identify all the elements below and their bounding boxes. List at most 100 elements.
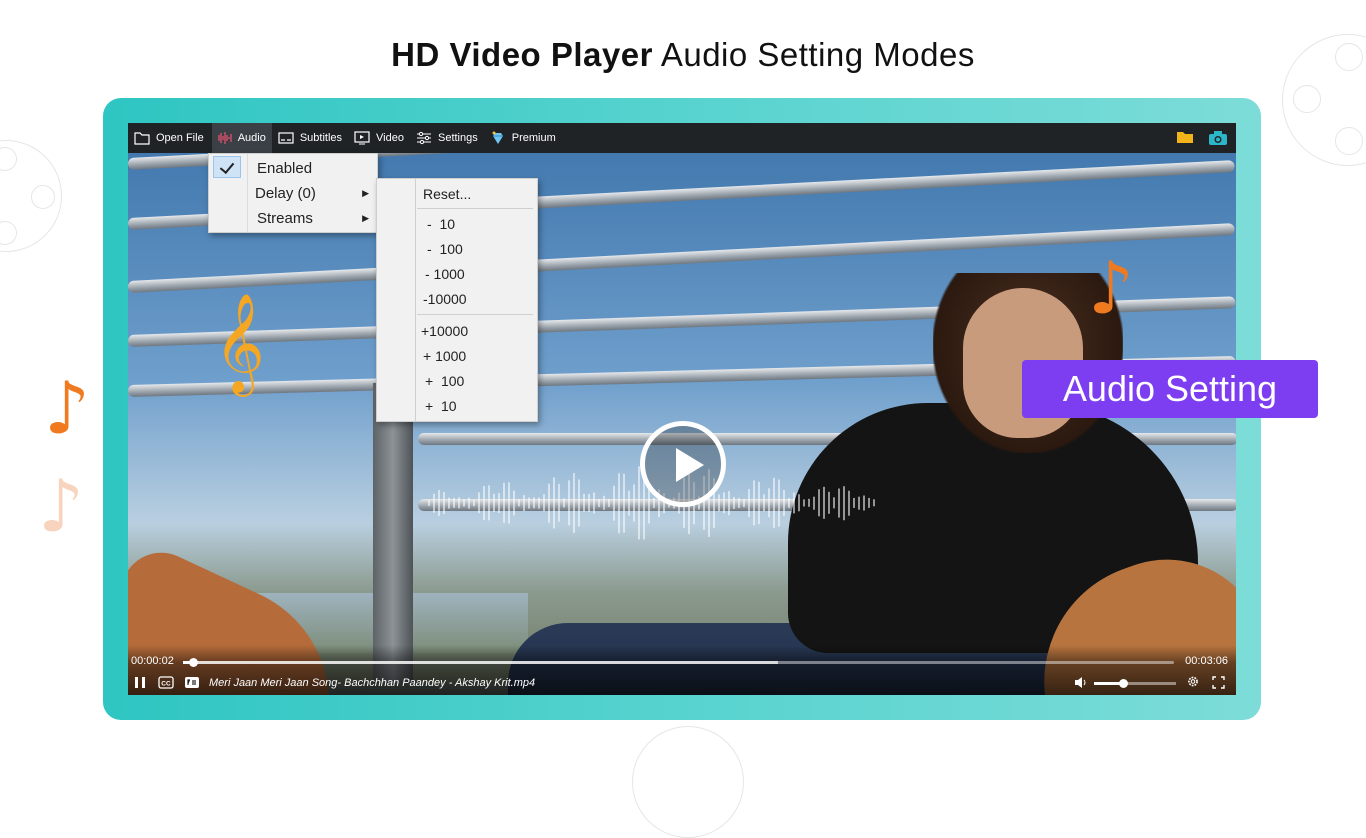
waveform-bar — [773, 478, 775, 528]
menu-premium[interactable]: Premium — [486, 123, 562, 153]
video-icon — [354, 131, 370, 145]
menu-separator — [417, 208, 533, 209]
camera-icon[interactable] — [1208, 130, 1228, 146]
waveform-bar — [858, 496, 860, 510]
delay-minus-100[interactable]: - 100 — [415, 236, 537, 261]
waveform-bar — [453, 498, 455, 508]
waveform-bar — [763, 494, 765, 512]
delay-option-label: -10000 — [423, 290, 467, 307]
delay-submenu: Reset... - 10 - 100 - 1000 -10000 +10000… — [376, 178, 538, 422]
waveform-bar — [488, 485, 490, 521]
menu-open-file[interactable]: Open File — [130, 123, 210, 153]
delay-plus-1000[interactable]: + 1000 — [415, 343, 537, 368]
seek-bar[interactable] — [183, 658, 1174, 667]
waveform-bar — [438, 490, 440, 517]
waveform-bar — [808, 499, 810, 507]
delay-plus-10000[interactable]: +10000 — [415, 318, 537, 343]
waveform-bar — [618, 472, 620, 534]
waveform-bar — [588, 494, 590, 512]
waveform-bar — [463, 499, 465, 507]
waveform-bar — [558, 484, 560, 522]
delay-option-label: - 100 — [427, 240, 463, 257]
folder-outline-icon — [134, 132, 150, 145]
waveform-bar — [583, 494, 585, 512]
waveform-bar — [788, 498, 790, 508]
waveform-bar — [768, 488, 770, 518]
waveform-bar — [548, 483, 550, 523]
current-time: 00:00:02 — [131, 655, 174, 667]
menu-subtitles[interactable]: Subtitles — [274, 123, 348, 153]
gear-icon[interactable] — [1185, 675, 1201, 688]
waveform-bar — [508, 482, 510, 524]
waveform-bar — [608, 499, 610, 507]
player-controls: 00:00:02 00:03:06 CC Meri Jaan Meri Jaan… — [128, 645, 1236, 695]
delay-option-label: - 10 — [427, 215, 456, 232]
seek-buffered — [183, 661, 778, 664]
headline-light: Audio Setting Modes — [660, 36, 975, 73]
audio-menu-enabled-label: Enabled — [257, 160, 313, 177]
waveform-bar — [793, 492, 795, 514]
audio-menu-delay[interactable]: Delay (0) ▶ — [247, 181, 377, 206]
audio-menu-streams[interactable]: Streams ▶ — [247, 206, 377, 231]
delay-plus-100[interactable]: + 100 — [415, 368, 537, 393]
waveform-bar — [538, 497, 540, 509]
volume-slider[interactable] — [1094, 679, 1176, 688]
delay-option-label: + 100 — [425, 372, 465, 389]
submenu-arrow-icon: ▶ — [362, 188, 369, 198]
menu-audio[interactable]: Audio — [211, 123, 272, 153]
waveform-bar — [628, 490, 630, 516]
waveform-bar — [843, 485, 845, 521]
waveform-bar — [863, 495, 865, 511]
waveform-bar — [563, 498, 565, 508]
waveform-bar — [533, 497, 535, 509]
delay-option-label: +10000 — [421, 322, 469, 339]
audio-menu-enabled[interactable]: Enabled — [247, 156, 377, 181]
audio-wave-icon — [218, 132, 232, 144]
waveform-bar — [873, 499, 875, 507]
waveform-bar — [783, 490, 785, 516]
fullscreen-icon[interactable] — [1212, 676, 1225, 689]
delay-minus-1000[interactable]: - 1000 — [415, 261, 537, 286]
waveform-bar — [568, 480, 570, 526]
volume-icon[interactable] — [1074, 676, 1088, 689]
pause-icon[interactable] — [134, 676, 146, 689]
closed-captions-icon[interactable]: CC — [158, 676, 174, 689]
waveform-bar — [603, 496, 605, 510]
waveform-bar — [818, 489, 820, 517]
waveform-bar — [573, 473, 575, 533]
badge-label: Audio Setting — [1062, 368, 1278, 409]
waveform-bar — [543, 494, 545, 512]
delay-reset[interactable]: Reset... — [415, 181, 537, 206]
file-name: Meri Jaan Meri Jaan Song- Bachchhan Paan… — [209, 677, 536, 689]
waveform-bar — [458, 497, 460, 509]
music-note-icon: ♪ — [38, 464, 84, 548]
waveform-bar — [523, 494, 525, 512]
waveform-bar — [803, 499, 805, 507]
menu-video-label: Video — [376, 132, 404, 144]
menu-settings[interactable]: Settings — [412, 123, 484, 153]
menu-video[interactable]: Video — [350, 123, 410, 153]
menu-separator — [417, 314, 533, 315]
volume-handle[interactable] — [1118, 679, 1128, 688]
delay-plus-10[interactable]: + 10 — [415, 393, 537, 418]
waveform-bar — [758, 482, 760, 524]
folder-icon[interactable] — [1176, 130, 1194, 144]
diamond-icon — [492, 131, 503, 144]
treble-clef-icon: 𝄞 — [214, 293, 265, 393]
waveform-bar — [753, 480, 755, 526]
audio-track-icon[interactable] — [184, 676, 200, 689]
delay-minus-10[interactable]: - 10 — [415, 211, 537, 236]
waveform-bar — [868, 498, 870, 508]
waveform-bar — [553, 477, 555, 529]
play-button[interactable] — [640, 421, 726, 507]
delay-option-label: + 10 — [425, 397, 457, 414]
audio-menu: Enabled Delay (0) ▶ Streams ▶ — [208, 153, 378, 233]
menu-subtitles-label: Subtitles — [299, 132, 343, 144]
seek-handle[interactable] — [188, 658, 198, 667]
waveform-bar — [813, 496, 815, 510]
waveform-bar — [493, 494, 495, 512]
delay-minus-10000[interactable]: -10000 — [415, 286, 537, 311]
sliders-icon — [416, 131, 431, 145]
waveform-bar — [838, 488, 840, 518]
waveform-bar — [473, 499, 475, 507]
